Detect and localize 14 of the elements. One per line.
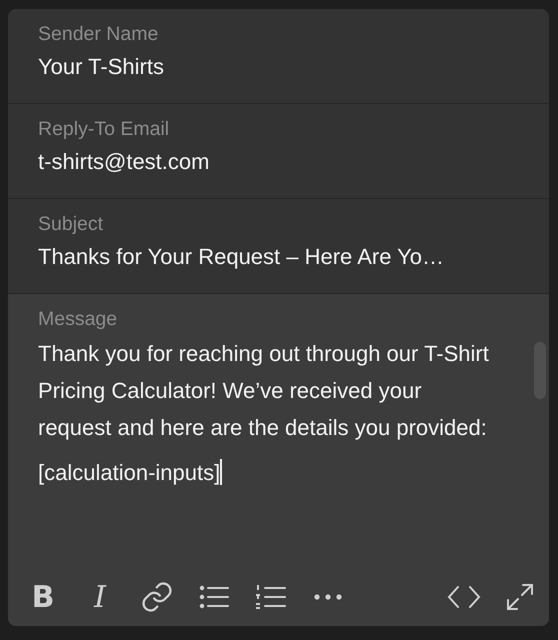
- field-label: Sender Name: [38, 23, 160, 46]
- more-icon: [313, 593, 343, 601]
- message-field[interactable]: Thank you for reaching out through our T-Shirt Pricing Calculator! We’ve received your request and here are the details you provided: [calculation-inputs]: [38, 335, 549, 545]
- input-field[interactable]: Thanks for Your Request – Here Are Yo…: [38, 244, 519, 270]
- field-label: Message: [38, 308, 118, 331]
- bold-button[interactable]: B: [26, 577, 60, 617]
- field-label: Reply-To Email: [38, 118, 170, 141]
- field-label: Subject: [38, 213, 104, 236]
- link-icon: [140, 580, 174, 614]
- input-field[interactable]: t-shirts@test.com: [38, 149, 519, 175]
- input-field[interactable]: Your T-Shirts: [38, 54, 519, 80]
- code-icon: [447, 585, 481, 609]
- italic-button[interactable]: I: [83, 577, 117, 617]
- expand-icon: [506, 583, 534, 611]
